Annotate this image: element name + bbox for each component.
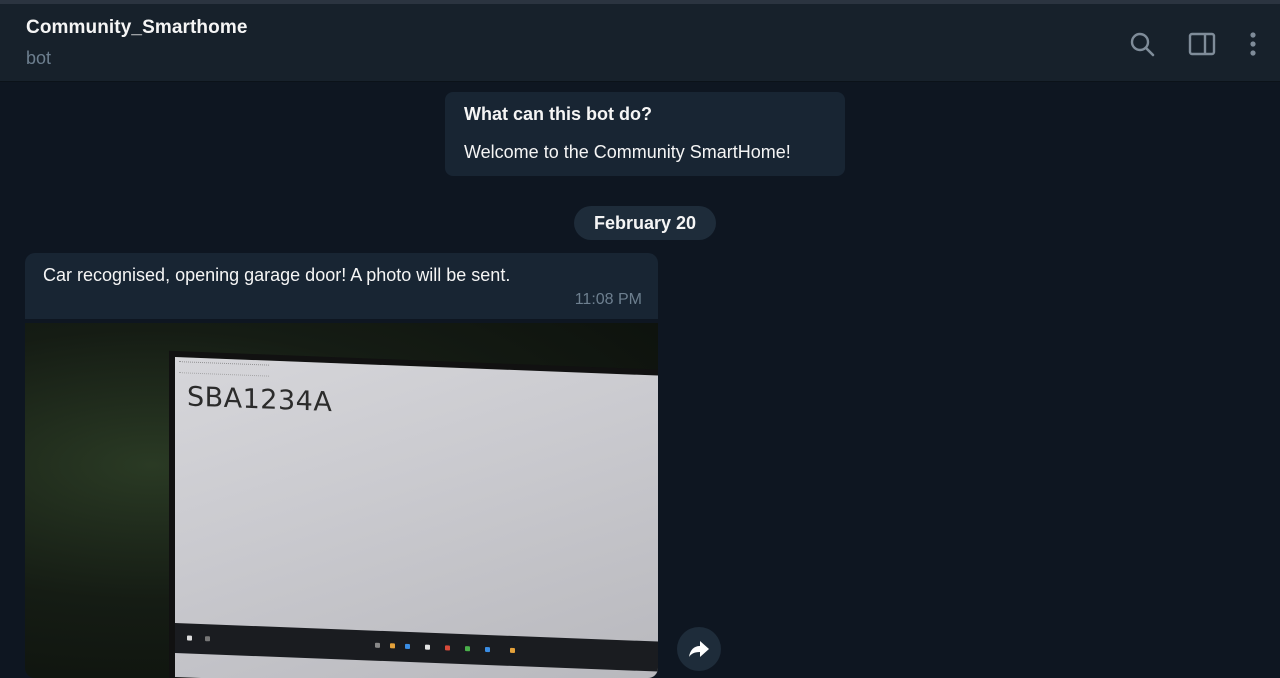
message-photo[interactable]: SBA1234A: [25, 323, 658, 678]
chat-header: Community_Smarthome bot: [0, 4, 1280, 82]
bot-info-title: What can this bot do?: [464, 104, 652, 124]
message-bubble[interactable]: Car recognised, opening garage door! A p…: [25, 253, 658, 319]
search-icon[interactable]: [1126, 28, 1158, 60]
more-vertical-icon[interactable]: [1237, 28, 1269, 60]
sidebar-toggle-icon[interactable]: [1186, 28, 1218, 60]
message-area[interactable]: What can this bot do? Welcome to the Com…: [0, 82, 1280, 678]
date-separator: February 20: [574, 206, 716, 240]
chat-subtitle: bot: [26, 48, 52, 68]
photo-plate-text: SBA1234A: [187, 381, 333, 419]
forward-arrow-icon: [688, 639, 710, 659]
photo-window-menu: [179, 361, 269, 377]
bot-info-body: Welcome to the Community SmartHome!: [464, 142, 791, 162]
chat-title[interactable]: Community_Smarthome: [26, 17, 248, 39]
message-time: 11:08 PM: [574, 291, 642, 308]
message-text: Car recognised, opening garage door! A p…: [43, 265, 511, 285]
forward-button[interactable]: [677, 627, 721, 671]
bot-info-card: What can this bot do? Welcome to the Com…: [445, 92, 845, 176]
